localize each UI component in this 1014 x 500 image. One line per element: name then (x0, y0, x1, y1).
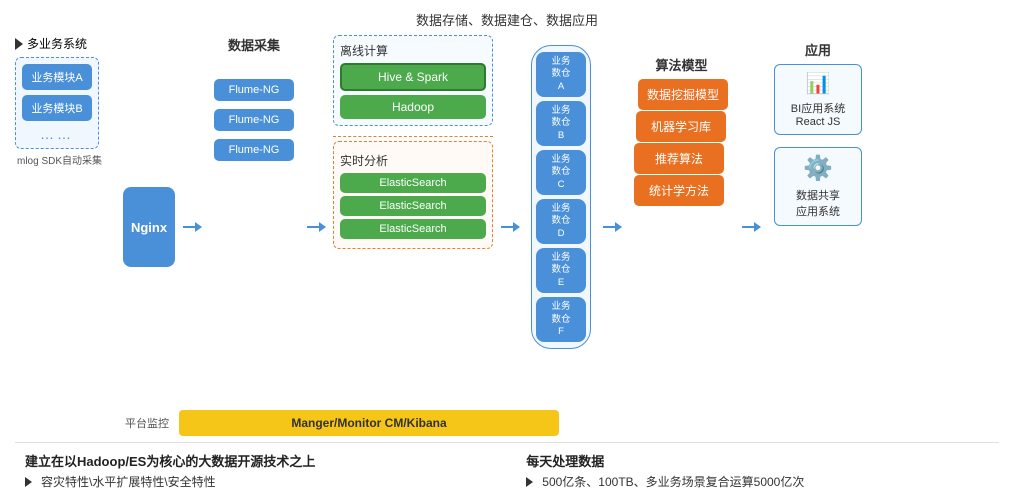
bottom-left-title: 建立在以Hadoop/ES为核心的大数据开源技术之上 (25, 451, 507, 470)
arrow-h-1 (183, 226, 201, 228)
app-top-line2: React JS (783, 116, 853, 128)
collect-title: 数据采集 (228, 35, 280, 54)
nginx-box: Nginx (123, 187, 175, 267)
arrow-h-5 (742, 226, 760, 228)
top-label: 数据存储、数据建仓、数据应用 (15, 10, 999, 29)
bar-chart-icon: 📊 (783, 71, 853, 96)
algo-card-4: 统计学方法 (634, 175, 724, 206)
bottom-right-sub-text: 500亿条、100TB、多业务场景复合运算5000亿次 (542, 473, 804, 490)
algo-title: 算法模型 (655, 55, 707, 74)
hadoop-box: Hadoop (340, 95, 486, 119)
compute-separator (333, 136, 493, 137)
section-compute: 离线计算 Hive & Spark Hadoop 实时分析 ElasticSea… (333, 35, 493, 249)
warehouse-d: 业务 数仓 D (536, 199, 586, 244)
bottom-right-arrow-icon (526, 477, 533, 487)
arrow-h-3 (501, 226, 519, 228)
bottom-left-sub: 容灾特性\水平扩展特性\安全特性 (25, 473, 507, 490)
algo-card-1: 数据挖掘模型 (638, 79, 728, 110)
app-box-top: 📊 BI应用系统 React JS (774, 64, 862, 135)
business-modules-box: 业务模块A 业务模块B …… (15, 57, 99, 149)
module-b: 业务模块B (22, 95, 92, 121)
module-a: 业务模块A (22, 64, 92, 90)
module-dots: …… (22, 126, 92, 142)
flume-2: Flume-NG (214, 109, 294, 131)
offline-box: 离线计算 Hive & Spark Hadoop (333, 35, 493, 126)
section-business: 多业务系统 业务模块A 业务模块B …… mlog SDK自动采集 (15, 35, 115, 167)
warehouse-group: 业务 数仓 A 业务 数仓 B 业务 数仓 C 业务 数仓 D 业务 数仓 E … (531, 45, 591, 349)
arrow-4 (603, 226, 621, 228)
flume-3: Flume-NG (214, 139, 294, 161)
monitor-label: 平台监控 (125, 415, 169, 431)
main-container: 数据存储、数据建仓、数据应用 多业务系统 业务模块A 业务模块B …… mlog… (0, 0, 1014, 500)
es-1: ElasticSearch (340, 173, 486, 193)
arrow-h-2 (307, 226, 325, 228)
arrow-2 (307, 226, 325, 228)
flume-1: Flume-NG (214, 79, 294, 101)
warehouse-a: 业务 数仓 A (536, 52, 586, 97)
realtime-label: 实时分析 (340, 152, 486, 169)
section-algo: 算法模型 数据挖掘模型 机器学习库 推荐算法 统计学方法 (629, 55, 734, 209)
warehouse-e: 业务 数仓 E (536, 248, 586, 293)
algo-card-2: 机器学习库 (636, 111, 726, 142)
flume-group: Flume-NG Flume-NG Flume-NG (214, 79, 294, 161)
arrow-1 (183, 226, 201, 228)
app-box-bottom: ⚙️ 数据共享 应用系统 (774, 147, 862, 226)
algo-card-3: 推荐算法 (634, 143, 724, 174)
app-bottom-text: 数据共享 应用系统 (783, 187, 853, 219)
section-warehouse: 业务 数仓 A 业务 数仓 B 业务 数仓 C 业务 数仓 D 业务 数仓 E … (527, 45, 595, 349)
algo-stack: 数据挖掘模型 机器学习库 推荐算法 统计学方法 (634, 79, 729, 209)
es-3: ElasticSearch (340, 219, 486, 239)
business-title-text: 多业务系统 (27, 35, 87, 52)
monitor-bar: Manger/Monitor CM/Kibana (179, 410, 559, 436)
hive-spark-box: Hive & Spark (340, 63, 486, 91)
sdk-label: mlog SDK自动采集 (17, 152, 102, 167)
bottom-right-title: 每天处理数据 (526, 451, 989, 470)
bottom-right: 每天处理数据 500亿条、100TB、多业务场景复合运算5000亿次 (526, 451, 989, 490)
warehouse-b: 业务 数仓 B (536, 101, 586, 146)
app-top-line1: BI应用系统 (783, 100, 853, 116)
section-collect: 数据采集 Flume-NG Flume-NG Flume-NG (209, 35, 299, 161)
bottom-arrow-icon (25, 477, 32, 487)
app-title: 应用 (805, 40, 831, 59)
arrow-3 (501, 226, 519, 228)
monitor-row: 平台监控 Manger/Monitor CM/Kibana (15, 410, 999, 436)
realtime-box: 实时分析 ElasticSearch ElasticSearch Elastic… (333, 141, 493, 249)
warehouse-c: 业务 数仓 C (536, 150, 586, 195)
bottom-left: 建立在以Hadoop/ES为核心的大数据开源技术之上 容灾特性\水平扩展特性\安… (25, 451, 507, 490)
offline-label: 离线计算 (340, 42, 486, 59)
diagram-area: 多业务系统 业务模块A 业务模块B …… mlog SDK自动采集 Nginx … (15, 35, 999, 404)
arrow-h-4 (603, 226, 621, 228)
business-title: 多业务系统 (15, 35, 87, 52)
section-app: 应用 📊 BI应用系统 React JS ⚙️ 数据共享 应用系统 (768, 40, 868, 226)
arrow-icon (15, 38, 23, 50)
warehouse-f: 业务 数仓 F (536, 297, 586, 342)
bottom-left-sub-text: 容灾特性\水平扩展特性\安全特性 (41, 473, 216, 490)
bottom-section: 建立在以Hadoop/ES为核心的大数据开源技术之上 容灾特性\水平扩展特性\安… (15, 442, 999, 490)
bottom-right-sub: 500亿条、100TB、多业务场景复合运算5000亿次 (526, 473, 989, 490)
share-icon: ⚙️ (783, 154, 853, 183)
es-2: ElasticSearch (340, 196, 486, 216)
arrow-5 (742, 226, 760, 228)
